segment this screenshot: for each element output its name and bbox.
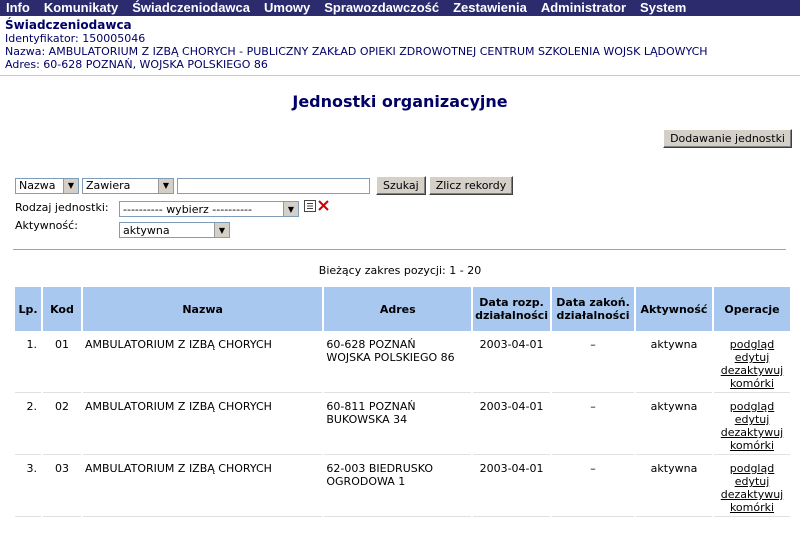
provider-identifier: Identyfikator: 150005046 bbox=[5, 32, 146, 45]
row-activity: aktywna bbox=[636, 457, 712, 517]
col-data-zakon: Data zakoń. działalności bbox=[552, 287, 635, 331]
row-kod: 03 bbox=[42, 457, 81, 517]
range-info: Bieżący zakres pozycji: 1 - 20 bbox=[318, 264, 482, 277]
col-data-rozp: Data rozp. działalności bbox=[473, 287, 551, 331]
menu-item-umowy[interactable]: Umowy bbox=[257, 0, 317, 16]
menu-item-sprawozdawczosc[interactable]: Sprawozdawczość bbox=[317, 0, 446, 16]
row-end-date: – bbox=[552, 333, 635, 393]
view-link[interactable]: podgląd bbox=[716, 400, 788, 413]
provider-address: Adres: 60-628 POZNAŃ, WOJSKA POLSKIEGO 8… bbox=[5, 58, 268, 71]
col-nazwa: Nazwa bbox=[82, 287, 323, 331]
menu-item-komunikaty[interactable]: Komunikaty bbox=[37, 0, 125, 16]
cells-link[interactable]: komórki bbox=[716, 377, 788, 390]
chevron-down-icon: ▼ bbox=[283, 202, 298, 216]
row-adres: 62-003 BIEDRUSKO OGRODOWA 1 bbox=[324, 457, 472, 517]
edit-link[interactable]: edytuj bbox=[716, 351, 788, 364]
row-nazwa: AMBULATORIUM Z IZBĄ CHORYCH bbox=[82, 395, 323, 455]
row-kod: 02 bbox=[42, 395, 81, 455]
divider bbox=[0, 75, 800, 76]
menu-item-swiadczeniodawca[interactable]: Świadczeniodawca bbox=[125, 0, 257, 16]
row-adres: 60-811 POZNAŃ BUKOWSKA 34 bbox=[324, 395, 472, 455]
field-select[interactable]: Nazwa ▼ bbox=[15, 177, 79, 194]
row-lp: 1. bbox=[15, 333, 41, 393]
menu-item-administrator[interactable]: Administrator bbox=[534, 0, 633, 16]
cells-link[interactable]: komórki bbox=[716, 439, 788, 452]
row-activity: aktywna bbox=[636, 333, 712, 393]
search-input[interactable] bbox=[177, 177, 370, 194]
row-end-date: – bbox=[552, 395, 635, 455]
deactivate-link[interactable]: dezaktywuj bbox=[716, 488, 788, 501]
row-lp: 3. bbox=[15, 457, 41, 517]
view-link[interactable]: podgląd bbox=[716, 462, 788, 475]
edit-link[interactable]: edytuj bbox=[716, 475, 788, 488]
row-start-date: 2003-04-01 bbox=[473, 333, 551, 393]
clear-icon[interactable] bbox=[318, 200, 329, 214]
row-start-date: 2003-04-01 bbox=[473, 395, 551, 455]
main-menu: Info Komunikaty Świadczeniodawca Umowy S… bbox=[0, 0, 800, 16]
provider-info: Świadczeniodawca Identyfikator: 15000504… bbox=[0, 16, 800, 72]
col-kod: Kod bbox=[42, 287, 81, 331]
edit-link[interactable]: edytuj bbox=[716, 413, 788, 426]
activity-select[interactable]: aktywna ▼ bbox=[119, 222, 230, 238]
cells-link[interactable]: komórki bbox=[716, 501, 788, 514]
page-title: Jednostki organizacyjne bbox=[292, 92, 508, 111]
add-unit-button[interactable]: Dodawanie jednostki bbox=[663, 129, 792, 148]
row-operations: podgląd edytuj dezaktywuj komórki bbox=[713, 457, 790, 517]
list-icon[interactable] bbox=[304, 200, 316, 215]
row-operations: podgląd edytuj dezaktywuj komórki bbox=[713, 395, 790, 455]
menu-item-info[interactable]: Info bbox=[0, 0, 37, 16]
row-lp: 2. bbox=[15, 395, 41, 455]
activity-label: Aktywność: bbox=[15, 219, 78, 232]
table-row: 2. 02 AMBULATORIUM Z IZBĄ CHORYCH 60-811… bbox=[15, 395, 790, 455]
menu-item-zestawienia[interactable]: Zestawienia bbox=[446, 0, 534, 16]
chevron-down-icon: ▼ bbox=[63, 178, 78, 193]
col-operacje: Operacje bbox=[713, 287, 790, 331]
search-button[interactable]: Szukaj bbox=[376, 176, 426, 195]
unit-type-label: Rodzaj jednostki: bbox=[15, 201, 109, 214]
row-kod: 01 bbox=[42, 333, 81, 393]
col-lp: Lp. bbox=[15, 287, 41, 331]
col-adres: Adres bbox=[324, 287, 472, 331]
chevron-down-icon: ▼ bbox=[158, 178, 173, 193]
filter-divider bbox=[13, 249, 786, 250]
col-aktywnosc: Aktywność bbox=[636, 287, 712, 331]
deactivate-link[interactable]: dezaktywuj bbox=[716, 426, 788, 439]
table-row: 1. 01 AMBULATORIUM Z IZBĄ CHORYCH 60-628… bbox=[15, 333, 790, 393]
table-row: 3. 03 AMBULATORIUM Z IZBĄ CHORYCH 62-003… bbox=[15, 457, 790, 517]
chevron-down-icon: ▼ bbox=[214, 223, 229, 237]
deactivate-link[interactable]: dezaktywuj bbox=[716, 364, 788, 377]
units-table: Lp. Kod Nazwa Adres Data rozp. działalno… bbox=[13, 285, 792, 519]
provider-name: Nazwa: AMBULATORIUM Z IZBĄ CHORYCH - PUB… bbox=[5, 45, 708, 58]
row-activity: aktywna bbox=[636, 395, 712, 455]
row-adres: 60-628 POZNAŃ WOJSKA POLSKIEGO 86 bbox=[324, 333, 472, 393]
operator-select[interactable]: Zawiera ▼ bbox=[82, 177, 174, 194]
provider-title: Świadczeniodawca bbox=[5, 18, 132, 32]
count-records-button[interactable]: Zlicz rekordy bbox=[428, 176, 514, 195]
filter-panel: Nazwa ▼ Zawiera ▼ Szukaj Zlicz rekordy Rod… bbox=[15, 176, 800, 238]
table-header: Lp. Kod Nazwa Adres Data rozp. działalno… bbox=[15, 287, 790, 331]
view-link[interactable]: podgląd bbox=[716, 338, 788, 351]
row-end-date: – bbox=[552, 457, 635, 517]
row-nazwa: AMBULATORIUM Z IZBĄ CHORYCH bbox=[82, 333, 323, 393]
unit-type-select[interactable]: ---------- wybierz ---------- ▼ bbox=[119, 201, 299, 217]
menu-item-system[interactable]: System bbox=[633, 0, 693, 16]
row-operations: podgląd edytuj dezaktywuj komórki bbox=[713, 333, 790, 393]
row-start-date: 2003-04-01 bbox=[473, 457, 551, 517]
row-nazwa: AMBULATORIUM Z IZBĄ CHORYCH bbox=[82, 457, 323, 517]
